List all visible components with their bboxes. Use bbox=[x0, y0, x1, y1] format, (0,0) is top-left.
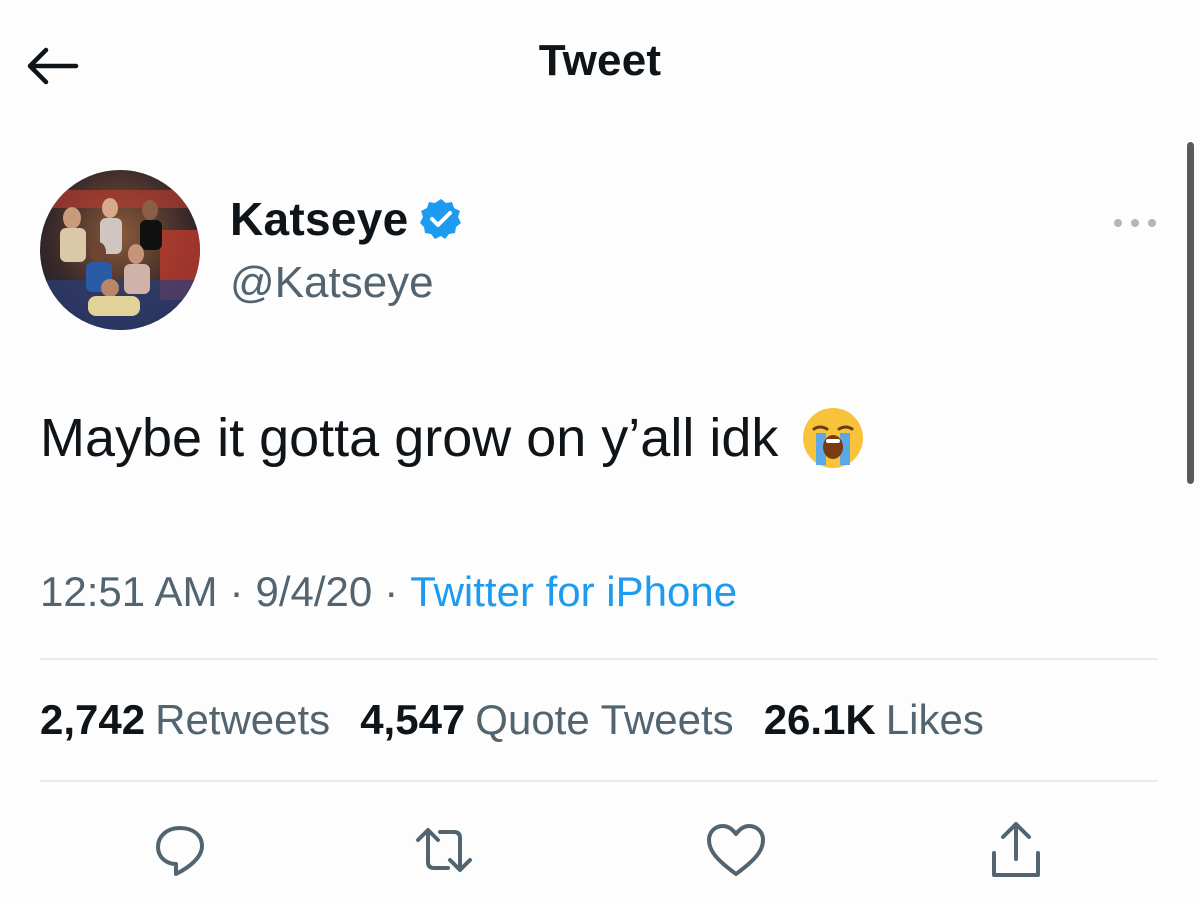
loudly-crying-face-icon bbox=[800, 405, 866, 471]
more-dots-icon bbox=[1110, 216, 1160, 234]
quote-tweets-label: Quote Tweets bbox=[475, 696, 734, 743]
tweet-text: Maybe it gotta grow on y’all idk bbox=[40, 408, 779, 468]
tweet-time[interactable]: 12:51 AM bbox=[40, 568, 217, 615]
like-button[interactable] bbox=[696, 812, 776, 892]
tweet-stats: 2,742 Retweets 4,547 Quote Tweets 26.1K Lik… bbox=[40, 696, 1014, 744]
likes-label: Likes bbox=[885, 696, 984, 743]
tweet-author: Katseye @Katseye bbox=[40, 170, 1156, 340]
likes-count: 26.1K bbox=[763, 696, 876, 743]
like-icon bbox=[705, 822, 767, 883]
quote-tweets-stat[interactable]: 4,547 Quote Tweets bbox=[360, 696, 734, 744]
tweet-source-link[interactable]: Twitter for iPhone bbox=[410, 568, 737, 615]
retweet-icon bbox=[412, 822, 476, 883]
retweets-stat[interactable]: 2,742 Retweets bbox=[40, 696, 330, 744]
reply-button[interactable] bbox=[140, 812, 220, 892]
scrollbar[interactable] bbox=[1187, 142, 1194, 484]
tweet-meta: 12:51 AM · 9/4/20 · Twitter for iPhone bbox=[40, 568, 737, 616]
tweet-actions bbox=[0, 812, 1200, 892]
reply-icon bbox=[150, 820, 210, 885]
tweet-text-row: Maybe it gotta grow on y’all idk bbox=[40, 405, 866, 471]
retweets-label: Retweets bbox=[155, 696, 331, 743]
more-options-button[interactable] bbox=[1100, 210, 1170, 240]
verified-badge-icon bbox=[419, 197, 463, 241]
share-icon bbox=[986, 819, 1046, 886]
display-name-row[interactable]: Katseye bbox=[230, 192, 463, 246]
divider bbox=[40, 780, 1158, 782]
tweet-date[interactable]: 9/4/20 bbox=[255, 568, 372, 615]
quote-tweets-count: 4,547 bbox=[360, 696, 466, 743]
user-handle[interactable]: @Katseye bbox=[230, 258, 434, 308]
likes-stat[interactable]: 26.1K Likes bbox=[764, 696, 984, 744]
retweet-button[interactable] bbox=[404, 812, 484, 892]
tweet-detail-page: Tweet Katseye @Katseye Maybe it gotta gr… bbox=[0, 0, 1200, 904]
meta-separator: · bbox=[229, 568, 244, 615]
share-button[interactable] bbox=[976, 812, 1056, 892]
avatar[interactable] bbox=[40, 170, 200, 330]
page-title: Tweet bbox=[538, 36, 662, 85]
display-name: Katseye bbox=[230, 193, 409, 245]
divider bbox=[40, 658, 1158, 660]
top-bar: Tweet bbox=[0, 0, 1200, 130]
meta-separator: · bbox=[384, 568, 399, 615]
retweets-count: 2,742 bbox=[40, 696, 146, 743]
